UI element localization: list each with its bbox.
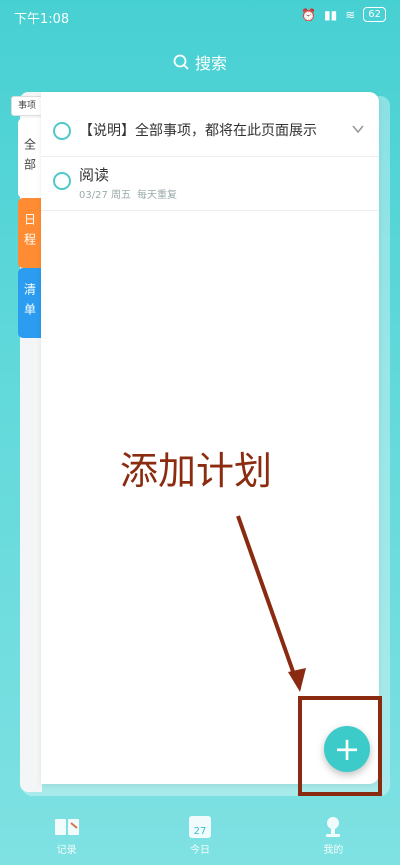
- tab-schedule-label: 日程: [22, 213, 37, 253]
- task-title: 【说明】全部事项，都将在此页面展示: [79, 123, 317, 139]
- task-checkbox[interactable]: [53, 122, 71, 140]
- nav-today-label: 今日: [189, 845, 210, 856]
- task-item-reading[interactable]: 阅读 03/27 周五 每天重复: [41, 158, 379, 211]
- nav-today[interactable]: 27 今日: [160, 815, 240, 856]
- nav-record[interactable]: 记录: [27, 815, 107, 856]
- alarm-icon: ⏰: [301, 7, 316, 22]
- task-meta: 03/27 周五 每天重复: [79, 186, 177, 201]
- search-label: 搜索: [194, 54, 227, 73]
- status-icons: ⏰ ▮▮ ≋ 62: [301, 7, 386, 22]
- add-task-button[interactable]: +: [324, 726, 370, 772]
- task-title: 阅读: [79, 166, 110, 184]
- tab-all-label: 全部: [22, 138, 37, 178]
- battery-icon: 62: [363, 7, 386, 22]
- search-icon: [173, 54, 189, 70]
- task-item-instructions[interactable]: 【说明】全部事项，都将在此页面展示: [41, 112, 379, 157]
- status-bar: 下午1:08 ⏰ ▮▮ ≋ 62: [0, 0, 400, 32]
- bottom-nav: 记录 27 今日 我的: [0, 815, 400, 865]
- task-repeat: 每天重复: [137, 190, 177, 201]
- tab-schedule[interactable]: 日程: [18, 198, 42, 268]
- nav-record-label: 记录: [56, 845, 77, 856]
- nav-mine-label: 我的: [323, 845, 344, 856]
- annotation-text: 添加计划: [120, 449, 273, 493]
- status-time: 下午1:08: [14, 12, 70, 27]
- task-date: 03/27 周五: [79, 190, 131, 201]
- signal-icon: ▮▮: [323, 7, 338, 22]
- tab-all[interactable]: 全部: [18, 118, 42, 198]
- task-list-card: 【说明】全部事项，都将在此页面展示 阅读 03/27 周五 每天重复: [41, 92, 379, 784]
- tab-list[interactable]: 清单: [18, 268, 42, 338]
- nav-mine[interactable]: 我的: [293, 815, 373, 856]
- plus-icon: +: [333, 730, 361, 768]
- wifi-icon: ≋: [345, 7, 356, 22]
- notebook-icon: [53, 815, 81, 839]
- task-checkbox[interactable]: [53, 172, 71, 190]
- profile-icon: [319, 815, 347, 839]
- search-button[interactable]: 搜索: [0, 50, 400, 74]
- calendar-day: 27: [188, 816, 211, 838]
- calendar-icon: 27: [186, 815, 214, 839]
- chevron-down-icon[interactable]: [351, 122, 365, 136]
- tab-items-header: 事项: [11, 96, 43, 116]
- tab-list-label: 清单: [22, 283, 37, 323]
